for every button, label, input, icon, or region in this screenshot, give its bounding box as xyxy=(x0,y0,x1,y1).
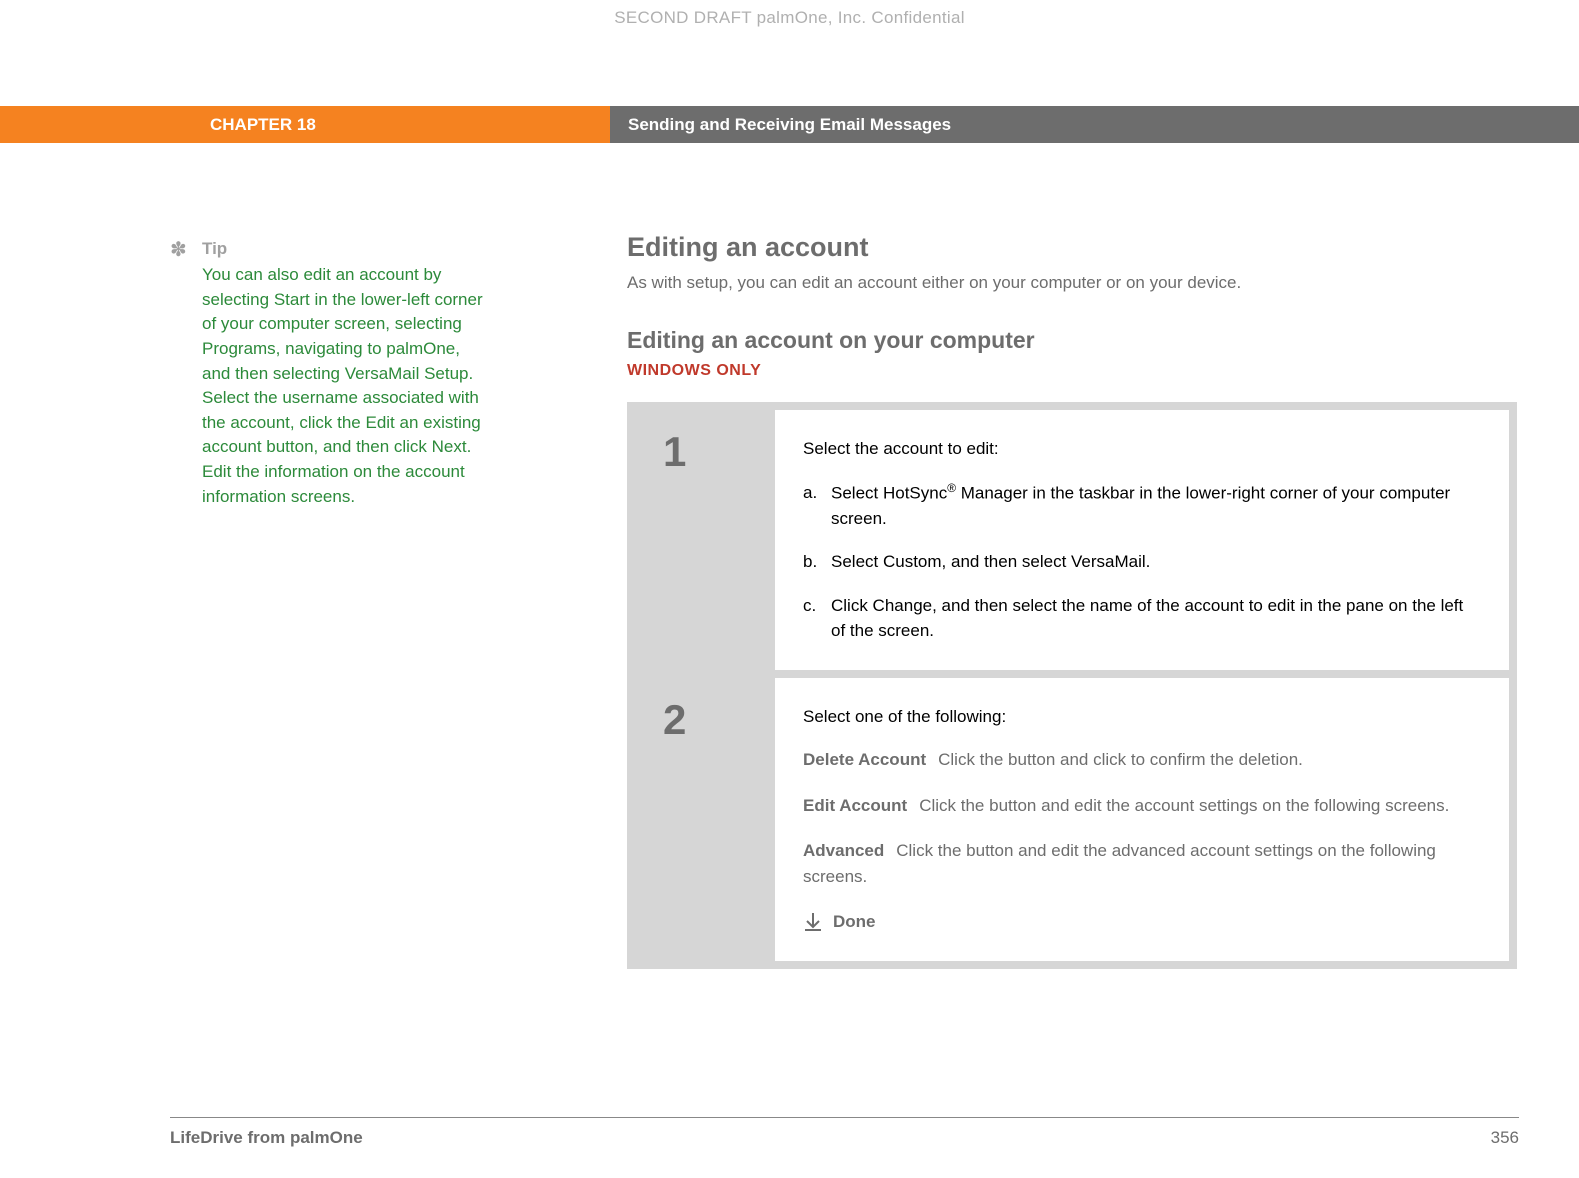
platform-label: WINDOWS ONLY xyxy=(627,362,1517,380)
registered-mark: ® xyxy=(947,481,956,495)
substep-letter: a. xyxy=(803,480,831,532)
substep-text: Select Custom, and then select VersaMail… xyxy=(831,549,1481,575)
chapter-title: Sending and Receiving Email Messages xyxy=(610,106,1579,143)
substep-text: Select HotSync® Manager in the taskbar i… xyxy=(831,480,1481,532)
page-number: 356 xyxy=(1491,1128,1519,1148)
option-label: Advanced xyxy=(803,841,884,860)
substep: c. Click Change, and then select the nam… xyxy=(803,593,1481,644)
done-row: Done xyxy=(803,909,1481,935)
step-body: Select one of the following: Delete Acco… xyxy=(775,678,1509,961)
substep-text: Click Change, and then select the name o… xyxy=(831,593,1481,644)
option: AdvancedClick the button and edit the ad… xyxy=(803,838,1481,889)
option-label: Delete Account xyxy=(803,750,926,769)
step-row: 2 Select one of the following: Delete Ac… xyxy=(635,678,1509,961)
substep-letter: c. xyxy=(803,593,831,644)
main-content: Editing an account As with setup, you ca… xyxy=(627,232,1517,969)
step-row: 1 Select the account to edit: a. Select … xyxy=(635,410,1509,670)
page-footer: LifeDrive from palmOne 356 xyxy=(170,1117,1519,1148)
draft-header: SECOND DRAFT palmOne, Inc. Confidential xyxy=(0,8,1579,28)
done-label: Done xyxy=(833,909,876,935)
footer-product: LifeDrive from palmOne xyxy=(170,1128,363,1148)
option-desc: Click the button and click to confirm th… xyxy=(938,750,1303,769)
step-lead: Select the account to edit: xyxy=(803,436,1481,462)
substep-text-pre: Select HotSync xyxy=(831,483,947,502)
steps-container: 1 Select the account to edit: a. Select … xyxy=(627,402,1517,969)
option-label: Edit Account xyxy=(803,796,907,815)
tip-star-icon: ✽ xyxy=(170,237,187,262)
tip-label: Tip xyxy=(202,239,490,259)
step-number: 2 xyxy=(635,678,775,961)
section-heading: Editing an account on your computer xyxy=(627,327,1517,354)
option: Delete Account Click the button and click… xyxy=(803,747,1481,773)
page-heading: Editing an account xyxy=(627,232,1517,263)
option: Edit Account Click the button and edit th… xyxy=(803,793,1481,819)
substep-letter: b. xyxy=(803,549,831,575)
option-desc: Click the button and edit the account se… xyxy=(919,796,1449,815)
chapter-banner: CHAPTER 18 Sending and Receiving Email M… xyxy=(0,106,1579,143)
done-arrow-icon xyxy=(803,912,823,932)
tip-body: You can also edit an account by selectin… xyxy=(202,263,490,509)
step-lead: Select one of the following: xyxy=(803,704,1481,730)
step-body: Select the account to edit: a. Select Ho… xyxy=(775,410,1509,670)
intro-text: As with setup, you can edit an account e… xyxy=(627,273,1517,293)
option-desc: Click the button and edit the advanced a… xyxy=(803,841,1436,886)
chapter-label: CHAPTER 18 xyxy=(0,106,610,143)
step-number: 1 xyxy=(635,410,775,670)
substep: a. Select HotSync® Manager in the taskba… xyxy=(803,480,1481,532)
substep: b. Select Custom, and then select VersaM… xyxy=(803,549,1481,575)
tip-sidebar: ✽ Tip You can also edit an account by se… xyxy=(170,239,490,509)
